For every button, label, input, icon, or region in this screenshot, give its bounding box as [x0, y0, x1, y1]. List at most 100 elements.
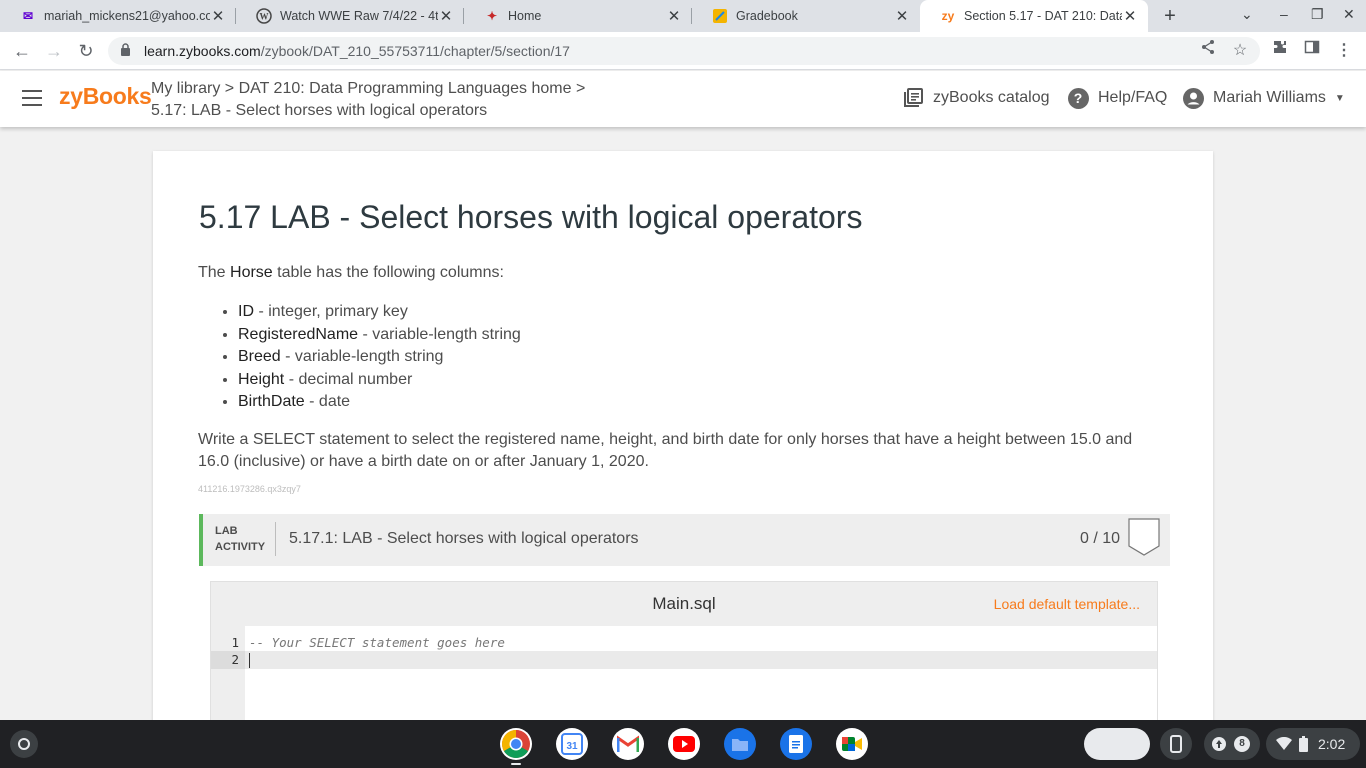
lab-activity-tag: LAB ACTIVITY [215, 525, 266, 553]
browser-menu-icon[interactable]: ⋮ [1332, 39, 1356, 63]
close-tab-icon[interactable]: ✕ [894, 7, 910, 25]
active-line-highlight [245, 651, 1157, 669]
column-list: ID - integer, primary key RegisteredName… [238, 301, 521, 414]
svg-text:31: 31 [566, 741, 578, 752]
list-item: RegisteredName - variable-length string [238, 324, 521, 347]
lab-activity-title: 5.17.1: LAB - Select horses with logical… [289, 530, 639, 547]
share-icon[interactable] [1196, 39, 1220, 63]
zybooks-logo[interactable]: zyBooks [59, 83, 152, 110]
close-tab-icon[interactable]: ✕ [210, 7, 226, 25]
browser-tab-title: Home [508, 9, 542, 23]
svg-text:W: W [260, 12, 269, 22]
section-content-card: 5.17 LAB - Select horses with logical op… [153, 151, 1213, 731]
os-shelf: 31 8 2:02 [0, 720, 1366, 768]
restore-icon[interactable]: ❐ [1311, 6, 1324, 23]
holding-space-thumbnails[interactable] [1084, 728, 1150, 760]
docs-icon[interactable] [780, 728, 812, 760]
help-icon: ? [1067, 87, 1089, 109]
youtube-icon[interactable] [668, 728, 700, 760]
close-tab-icon[interactable]: ✕ [438, 7, 454, 25]
list-item: Breed - variable-length string [238, 346, 521, 369]
url-path: /zybook/DAT_210_55753711/chapter/5/secti… [260, 43, 570, 59]
line-number: 1 [231, 635, 239, 650]
new-tab-icon[interactable]: + [1158, 4, 1182, 28]
minimize-icon[interactable]: – [1280, 6, 1288, 22]
browser-tab-title: Section 5.17 - DAT 210: Data P [964, 9, 1122, 23]
school-icon: ✦ [486, 9, 498, 23]
browser-toolbar: ← → ↻ learn.zybooks.com/zybook/DAT_210_5… [0, 32, 1366, 70]
extensions-icon[interactable] [1268, 39, 1292, 63]
gradebook-icon [712, 8, 728, 24]
zybooks-tab-icon: zy [941, 9, 955, 23]
text-cursor [249, 653, 250, 668]
back-icon[interactable]: ← [10, 39, 34, 63]
lab-activity-header: LAB ACTIVITY 5.17.1: LAB - Select horses… [199, 514, 1170, 566]
calendar-icon[interactable]: 31 [556, 728, 588, 760]
launcher-icon[interactable] [10, 730, 38, 758]
close-window-icon[interactable]: ✕ [1343, 6, 1355, 23]
zybooks-header: zyBooks My library > DAT 210: Data Progr… [0, 71, 1366, 127]
list-item: BirthDate - date [238, 391, 521, 414]
line-number: 2 [231, 652, 239, 667]
close-tab-icon[interactable]: ✕ [666, 7, 682, 25]
wordpress-icon: W [256, 8, 272, 24]
task-instructions: Write a SELECT statement to select the r… [198, 431, 1133, 470]
phone-hub-icon[interactable] [1160, 728, 1192, 760]
clock: 2:02 [1318, 736, 1346, 752]
browser-tab-title: Watch WWE Raw 7/4/22 - 4th [280, 9, 438, 23]
chrome-icon[interactable] [500, 728, 532, 760]
load-default-template-link[interactable]: Load default template... [994, 596, 1140, 612]
gmail-icon[interactable] [612, 728, 644, 760]
close-tab-icon[interactable]: ✕ [1122, 7, 1138, 25]
breadcrumb: My library > DAT 210: Data Programming L… [151, 78, 585, 122]
system-status-tray[interactable]: 2:02 [1266, 728, 1360, 760]
user-menu[interactable]: Mariah Williams ▼ [1182, 87, 1345, 109]
side-panel-icon[interactable] [1300, 39, 1324, 63]
browser-tab-gradebook[interactable]: Gradebook ✕ [692, 0, 920, 32]
tab-search-icon[interactable]: ⌄ [1241, 6, 1253, 23]
running-app-indicator [511, 763, 521, 765]
list-item: Height - decimal number [238, 369, 521, 392]
browser-tab-wwe[interactable]: W Watch WWE Raw 7/4/22 - 4th ✕ [236, 0, 464, 32]
address-bar[interactable]: learn.zybooks.com/zybook/DAT_210_5575371… [108, 37, 1260, 65]
browser-tab-zybooks[interactable]: zy Section 5.17 - DAT 210: Data P ✕ [920, 0, 1148, 32]
editor-toolbar: Main.sql Load default template... [211, 582, 1157, 626]
divider [275, 522, 276, 556]
zybooks-catalog-link[interactable]: zyBooks catalog [902, 87, 1050, 109]
wifi-icon [1276, 737, 1292, 750]
breadcrumb-path[interactable]: My library > DAT 210: Data Programming L… [151, 78, 585, 100]
notification-count-badge: 8 [1234, 736, 1250, 752]
reload-icon[interactable]: ↻ [74, 39, 98, 63]
code-editor: Main.sql Load default template... 1 2 --… [210, 581, 1158, 731]
catalog-label: zyBooks catalog [933, 89, 1050, 106]
library-books-icon [902, 87, 924, 109]
help-label: Help/FAQ [1098, 89, 1168, 106]
browser-tab-title: mariah_mickens21@yahoo.co [44, 9, 210, 23]
intro-text: The Horse table has the following column… [198, 264, 504, 281]
browser-tab-yahoo-mail[interactable]: ✉ mariah_mickens21@yahoo.co ✕ [0, 0, 236, 32]
files-icon[interactable] [724, 728, 756, 760]
browser-tab-title: Gradebook [736, 9, 798, 23]
yahoo-mail-icon: ✉ [22, 9, 34, 23]
notification-tray[interactable]: 8 [1204, 728, 1260, 760]
lock-icon [120, 43, 134, 59]
bookmark-star-icon[interactable]: ☆ [1228, 39, 1252, 63]
list-item: ID - integer, primary key [238, 301, 521, 324]
user-name: Mariah Williams [1213, 89, 1326, 106]
help-faq-link[interactable]: ? Help/FAQ [1067, 87, 1167, 109]
url-host: learn.zybooks.com [144, 43, 261, 59]
completion-badge-icon [1128, 518, 1160, 556]
account-icon [1182, 87, 1204, 109]
code-line[interactable]: -- Your SELECT statement goes here [249, 635, 505, 650]
activity-code-id: 411216.1973286.qx3zqy7 [198, 484, 301, 494]
meet-icon[interactable] [836, 728, 868, 760]
forward-icon[interactable]: → [42, 39, 66, 63]
hamburger-menu-icon[interactable] [22, 90, 42, 106]
lab-score: 0 / 10 [1079, 530, 1120, 547]
browser-tab-strip: ✉ mariah_mickens21@yahoo.co ✕ W Watch WW… [0, 0, 1366, 32]
upload-icon [1212, 737, 1226, 751]
browser-tab-home[interactable]: ✦ Home ✕ [464, 0, 692, 32]
table-name: Horse [230, 264, 273, 281]
breadcrumb-section: 5.17: LAB - Select horses with logical o… [151, 102, 488, 119]
section-title: 5.17 LAB - Select horses with logical op… [199, 199, 863, 235]
